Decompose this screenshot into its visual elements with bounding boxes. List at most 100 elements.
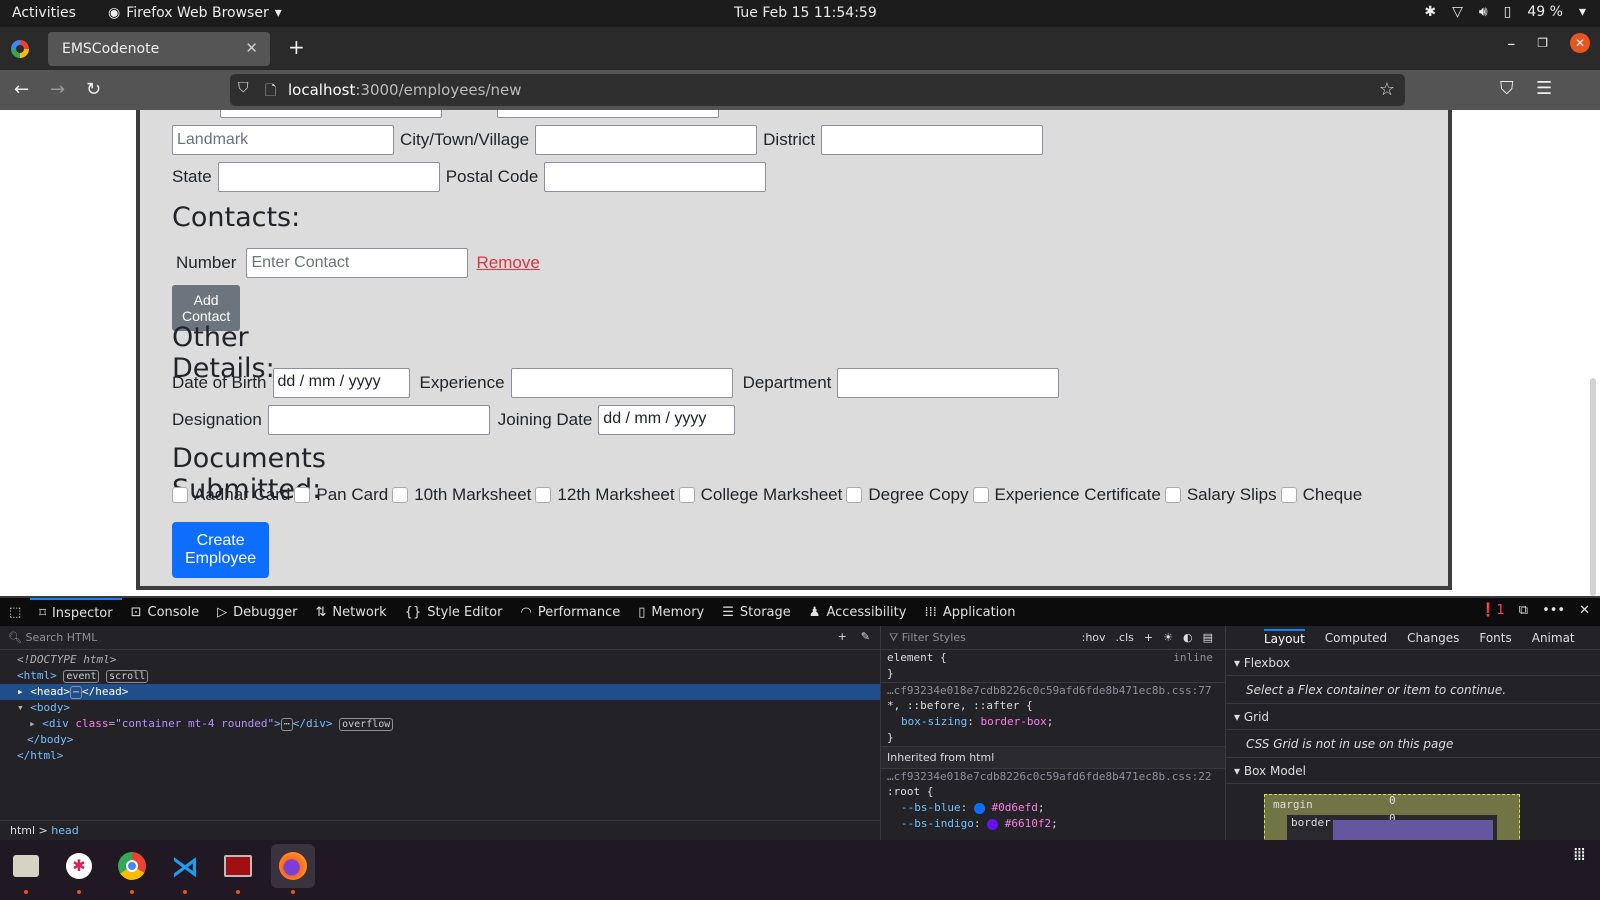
tab-storage[interactable]: ☰ Storage [713, 598, 800, 626]
print-icon[interactable]: ▤ [1203, 631, 1213, 644]
ellipsis-badge[interactable]: ⋯ [70, 686, 83, 699]
show-apps-icon[interactable]: ⁞⁞⁞ [1573, 846, 1586, 864]
margin-value[interactable]: 0 [1389, 794, 1396, 807]
tab-application[interactable]: ⁞⁞⁞ Application [915, 598, 1024, 626]
hov-toggle[interactable]: :hov [1082, 631, 1106, 644]
experience-input[interactable] [510, 368, 733, 398]
department-input[interactable] [837, 368, 1060, 398]
district-input[interactable] [821, 125, 1044, 155]
property-name[interactable]: box-sizing [901, 715, 967, 728]
tab-debugger[interactable]: ▷ Debugger [208, 598, 306, 626]
breadcrumb-html[interactable]: html [10, 824, 35, 837]
reload-icon[interactable]: ↻ [86, 79, 101, 100]
close-tab-icon[interactable]: ✕ [245, 39, 258, 57]
joining-date-input[interactable]: dd / mm / yyyy [598, 405, 736, 435]
tab-computed[interactable]: Computed [1325, 631, 1387, 645]
grid-section[interactable]: ▾ Grid [1226, 704, 1600, 730]
dock-slack[interactable]: ✱ [59, 846, 99, 894]
back-icon[interactable]: ← [14, 79, 29, 100]
dock-terminal[interactable] [218, 846, 258, 894]
doc-degree-copy[interactable]: Degree Copy [846, 485, 969, 505]
bookmark-star-icon[interactable]: ☆ [1379, 79, 1395, 100]
system-tray[interactable]: ✱ ▽ 🔊︎ ▯ 49 % ▾ [1424, 4, 1586, 20]
dock-vscode[interactable]: ⋊ [165, 846, 205, 894]
app-menu[interactable]: ◉ Firefox Web Browser ▾ [108, 5, 282, 21]
forward-icon[interactable]: → [50, 79, 65, 100]
checkbox[interactable] [1280, 487, 1297, 503]
doc-pan-card[interactable]: Pan Card [294, 485, 388, 505]
address-input-partial[interactable] [220, 110, 442, 118]
light-scheme-icon[interactable]: ☀ [1163, 631, 1173, 644]
url-bar[interactable]: ⛉ 🗋︎ localhost:3000/employees/new ☆ [230, 74, 1405, 106]
doc-aadhar-card[interactable]: Aadhar Card [172, 485, 290, 505]
property-value[interactable]: border-box [980, 715, 1046, 728]
doc-10th-marksheet[interactable]: 10th Marksheet [392, 485, 531, 505]
color-swatch[interactable] [973, 802, 985, 814]
checkbox[interactable] [172, 487, 188, 503]
checkbox[interactable] [846, 487, 863, 503]
tab-performance[interactable]: ◠ Performance [511, 598, 629, 626]
add-rule-icon[interactable]: + [1144, 631, 1153, 644]
tree-html-close[interactable]: </html> [0, 748, 880, 764]
tab-console[interactable]: ⊡ Console [122, 598, 209, 626]
more-options-icon[interactable]: ••• [1542, 603, 1565, 618]
city-input[interactable] [535, 125, 758, 155]
doc-experience-certificate[interactable]: Experience Certificate [972, 485, 1161, 505]
postal-input[interactable] [544, 162, 767, 192]
browser-tab[interactable]: EMSCodenote ✕ [48, 32, 270, 66]
element-picker-icon[interactable]: ⬚ [0, 598, 30, 626]
dob-input[interactable]: dd / mm / yyyy [272, 368, 410, 398]
clock[interactable]: Tue Feb 15 11:54:59 [734, 5, 877, 21]
dock-firefox[interactable] [271, 844, 315, 894]
add-node-icon[interactable]: + [838, 630, 847, 643]
landmark-input[interactable] [172, 125, 394, 155]
doc-salary-slips[interactable]: Salary Slips [1164, 485, 1277, 505]
create-employee-button[interactable]: Create Employee [172, 522, 270, 578]
checkbox[interactable] [972, 487, 989, 503]
designation-input[interactable] [267, 405, 490, 435]
search-html-input[interactable]: 🔍︎ Search HTML + ✎ [0, 626, 880, 650]
tab-changes[interactable]: Changes [1407, 631, 1459, 645]
remove-contact-link[interactable]: Remove [476, 253, 539, 273]
property-name[interactable]: --bs-blue [901, 801, 961, 814]
flexbox-section[interactable]: ▾ Flexbox [1226, 650, 1600, 676]
doc-cheque[interactable]: Cheque [1280, 485, 1362, 505]
contact-number-input[interactable] [246, 248, 469, 278]
property-value[interactable]: #6610f2 [1005, 817, 1051, 830]
error-count[interactable]: ❗1 [1480, 603, 1504, 618]
filter-styles-input[interactable]: ⛛ Filter Styles :hov .cls + ☀ ◐ ▤ [881, 626, 1225, 650]
tab-network[interactable]: ⇅ Network [306, 598, 395, 626]
checkbox[interactable] [392, 487, 409, 503]
color-swatch[interactable] [987, 818, 999, 830]
tab-accessibility[interactable]: ♟ Accessibility [800, 598, 916, 626]
box-model-section[interactable]: ▾ Box Model [1226, 758, 1600, 784]
state-input[interactable] [217, 162, 440, 192]
overflow-badge[interactable]: overflow [339, 718, 394, 731]
doc-college-marksheet[interactable]: College Marksheet [678, 485, 842, 505]
checkbox[interactable] [535, 487, 552, 503]
checkbox[interactable] [1164, 487, 1181, 503]
dock-files[interactable] [6, 846, 46, 894]
tab-inspector[interactable]: ⌑ Inspector [30, 598, 122, 626]
activities-button[interactable]: Activities [12, 5, 76, 21]
tree-head[interactable]: ▸ <head> ⋯ </head> [0, 684, 880, 700]
close-devtools-icon[interactable]: ✕ [1579, 603, 1590, 618]
restore-icon[interactable]: ❐ [1537, 36, 1548, 50]
dock-side-icon[interactable]: ⧉ [1519, 603, 1528, 618]
cls-toggle[interactable]: .cls [1116, 631, 1134, 644]
stylesheet-link[interactable]: …cf93234e018e7cdb8226c0c59afd6fde8b471ec… [881, 768, 1225, 784]
scroll-badge[interactable]: scroll [106, 670, 149, 683]
address-input-partial-2[interactable] [497, 110, 719, 118]
checkbox[interactable] [294, 487, 311, 503]
property-name[interactable]: --bs-indigo [901, 817, 974, 830]
minimize-icon[interactable]: – [1507, 34, 1515, 53]
tab-layout[interactable]: Layout [1264, 629, 1305, 646]
dark-scheme-icon[interactable]: ◐ [1183, 631, 1193, 644]
tree-doctype[interactable]: <!DOCTYPE html> [0, 652, 880, 668]
checkbox[interactable] [678, 487, 695, 503]
tree-div[interactable]: ▸ <div class="container mt-4 rounded"> ⋯ <… [0, 716, 880, 732]
tab-memory[interactable]: ▯ Memory [629, 598, 713, 626]
tree-html[interactable]: <html> event scroll [0, 668, 880, 684]
dock-chrome[interactable] [112, 846, 152, 894]
new-tab-button[interactable]: + [288, 35, 305, 59]
